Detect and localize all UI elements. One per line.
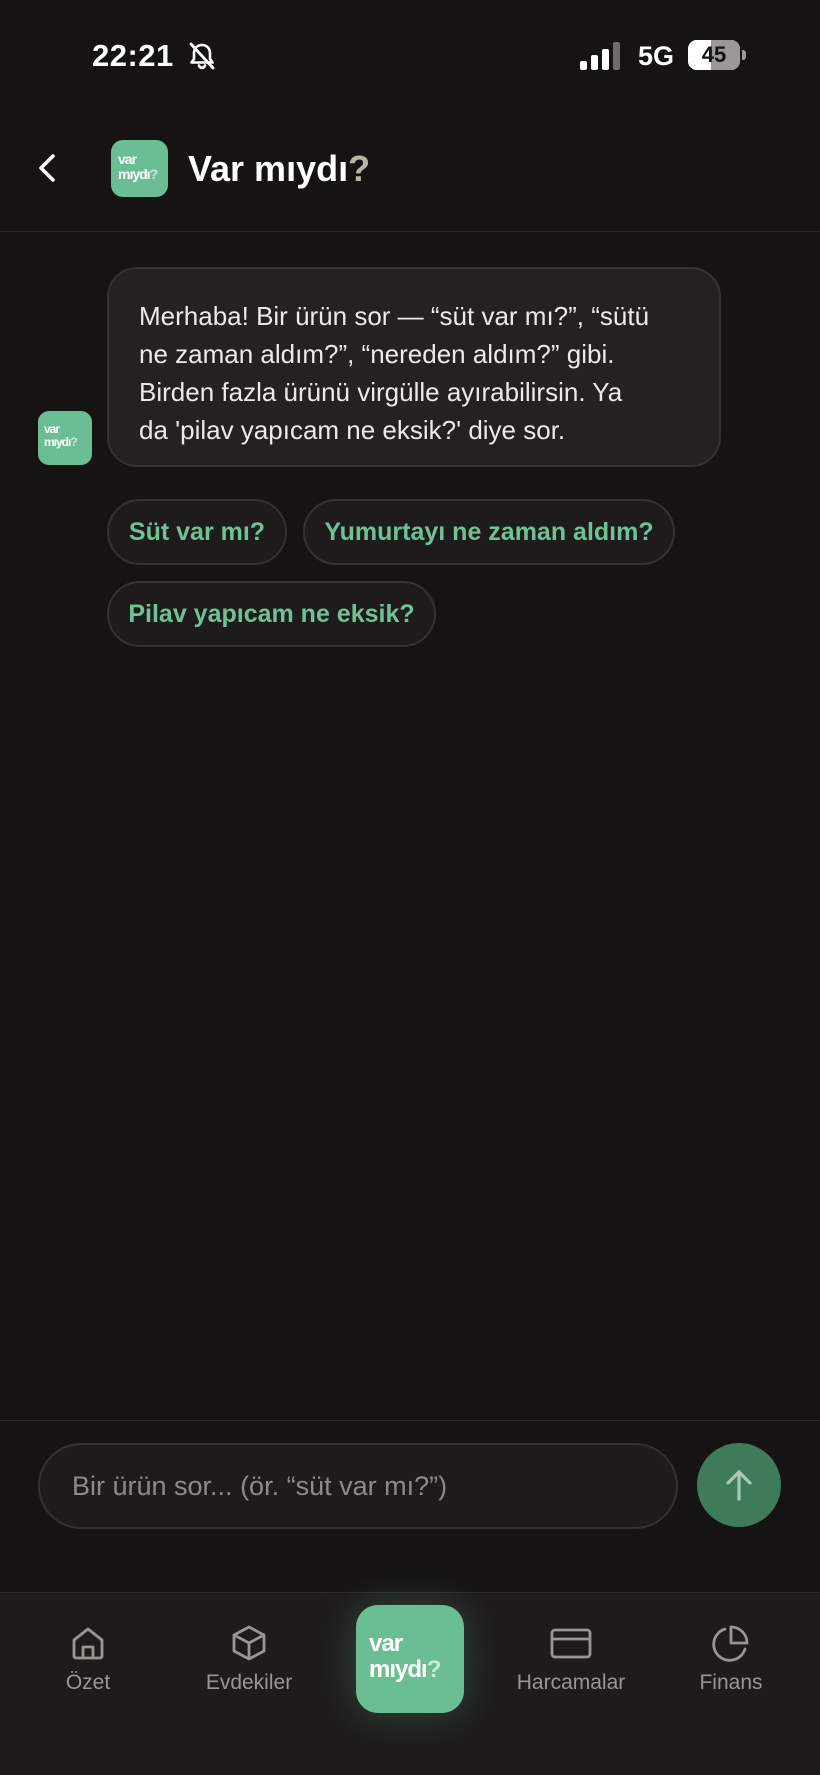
center-tab-word: mıydı xyxy=(369,1656,428,1683)
bot-message-line: Birden fazla ürünü virgülle ayırabilirsi… xyxy=(139,377,623,407)
tab-var-miydi[interactable]: var mıydı? xyxy=(356,1605,464,1713)
avatar-line1: var xyxy=(44,422,60,436)
app-logo: var mıydı? xyxy=(111,140,168,197)
logo-question-mark: ? xyxy=(149,166,159,182)
center-tab-question-mark: ? xyxy=(426,1656,442,1683)
silent-bell-icon xyxy=(189,42,215,70)
logo-word: mıydı xyxy=(118,166,151,182)
suggestion-chip-pilav[interactable]: Pilav yapıcam ne eksik? xyxy=(107,581,436,647)
box-icon xyxy=(232,1625,266,1661)
arrow-up-icon xyxy=(726,1470,752,1501)
bot-message-bubble: Merhaba! Bir ürün sor — “süt var mı?”, “… xyxy=(107,267,721,467)
chevron-left-icon xyxy=(39,154,55,182)
bot-message-line: ne zaman aldım?”, “nereden aldım?” gibi. xyxy=(139,339,615,369)
network-type: 5G xyxy=(638,41,675,71)
tab-label: Harcamalar xyxy=(516,1671,626,1694)
page-title: Var mıydı? xyxy=(188,148,370,190)
battery-body: 45 xyxy=(688,40,740,70)
tab-ozet[interactable]: Özet xyxy=(18,1623,158,1713)
tab-label: Finans xyxy=(699,1671,763,1694)
suggestion-chip-sut[interactable]: Süt var mı? xyxy=(107,499,287,565)
suggestion-chip-yumurta[interactable]: Yumurtayı ne zaman aldım? xyxy=(303,499,675,565)
tab-harcamalar[interactable]: Harcamalar xyxy=(501,1623,641,1713)
tab-evdekiler[interactable]: Evdekiler xyxy=(179,1623,319,1713)
bot-message-line: da 'pilav yapıcam ne eksik?' diye sor. xyxy=(139,415,566,445)
bottom-tab-bar: Özet Evdekiler var mıydı? Harcamalar Fin… xyxy=(0,1592,820,1775)
page-title-question-mark: ? xyxy=(348,148,371,189)
avatar-question-mark: ? xyxy=(70,435,77,449)
center-tab-line1: var xyxy=(369,1630,403,1657)
logo-line2: mıydı? xyxy=(118,166,159,182)
battery-percent: 45 xyxy=(701,42,727,67)
pie-chart-icon xyxy=(712,1625,749,1662)
tab-label: Evdekiler xyxy=(205,1671,293,1694)
tab-label: Özet xyxy=(65,1671,111,1694)
credit-card-icon xyxy=(550,1628,592,1659)
composer-bar: Bir ürün sor... (ör. “süt var mı?”) xyxy=(0,1420,820,1592)
app-screen: 22:21 5G 45 var mıydı? Var mıydı? var mı… xyxy=(0,0,820,1775)
battery-indicator: 45 xyxy=(688,40,746,70)
bot-message-line: Merhaba! Bir ürün sor — “süt var mı?”, “… xyxy=(139,301,650,331)
back-button[interactable] xyxy=(28,146,68,190)
logo-line1: var xyxy=(118,151,137,167)
avatar-line2: mıydı? xyxy=(44,435,78,449)
home-icon xyxy=(72,1627,104,1660)
battery-tip xyxy=(742,50,746,60)
chat-header: var mıydı? Var mıydı? xyxy=(0,112,820,232)
status-time: 22:21 xyxy=(92,38,174,73)
tab-finans[interactable]: Finans xyxy=(661,1623,801,1713)
bot-avatar: var mıydı? xyxy=(38,411,92,465)
page-title-text: Var mıydı xyxy=(188,148,349,189)
cellular-signal-icon xyxy=(580,42,620,70)
status-bar: 22:21 5G 45 xyxy=(0,0,820,112)
send-button[interactable] xyxy=(697,1443,781,1527)
avatar-word: mıydı xyxy=(44,435,71,449)
message-input[interactable]: Bir ürün sor... (ör. “süt var mı?”) xyxy=(38,1443,678,1529)
center-tab-line2: mıydı? xyxy=(369,1656,442,1683)
